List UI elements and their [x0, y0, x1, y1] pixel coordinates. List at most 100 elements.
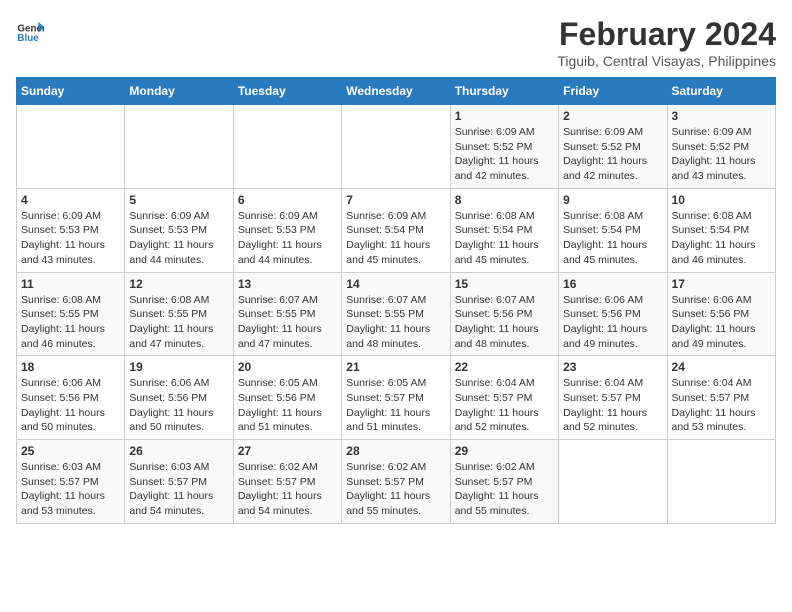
day-number: 15: [455, 277, 554, 291]
day-info: Sunrise: 6:06 AM Sunset: 5:56 PM Dayligh…: [672, 293, 771, 352]
day-number: 21: [346, 360, 445, 374]
day-number: 26: [129, 444, 228, 458]
day-number: 13: [238, 277, 337, 291]
day-number: 6: [238, 193, 337, 207]
day-info: Sunrise: 6:07 AM Sunset: 5:55 PM Dayligh…: [346, 293, 445, 352]
day-info: Sunrise: 6:09 AM Sunset: 5:54 PM Dayligh…: [346, 209, 445, 268]
calendar-cell: 24 Sunrise: 6:04 AM Sunset: 5:57 PM Dayli…: [667, 356, 775, 440]
day-number: 10: [672, 193, 771, 207]
calendar-cell: 26 Sunrise: 6:03 AM Sunset: 5:57 PM Dayli…: [125, 440, 233, 524]
day-info: Sunrise: 6:09 AM Sunset: 5:53 PM Dayligh…: [129, 209, 228, 268]
calendar-cell: 22 Sunrise: 6:04 AM Sunset: 5:57 PM Dayli…: [450, 356, 558, 440]
calendar-table: SundayMondayTuesdayWednesdayThursdayFrid…: [16, 77, 776, 524]
day-info: Sunrise: 6:08 AM Sunset: 5:54 PM Dayligh…: [455, 209, 554, 268]
weekday-header-friday: Friday: [559, 78, 667, 105]
day-number: 27: [238, 444, 337, 458]
calendar-cell: 17Sunrise: 6:06 AM Sunset: 5:56 PM Dayli…: [667, 272, 775, 356]
day-number: 20: [238, 360, 337, 374]
day-number: 4: [21, 193, 120, 207]
week-row-3: 11Sunrise: 6:08 AM Sunset: 5:55 PM Dayli…: [17, 272, 776, 356]
calendar-cell: 4 Sunrise: 6:09 AM Sunset: 5:53 PM Daylig…: [17, 188, 125, 272]
calendar-cell: 14Sunrise: 6:07 AM Sunset: 5:55 PM Dayli…: [342, 272, 450, 356]
calendar-cell: 27Sunrise: 6:02 AM Sunset: 5:57 PM Dayli…: [233, 440, 341, 524]
calendar-cell: [233, 105, 341, 189]
day-number: 25: [21, 444, 120, 458]
day-info: Sunrise: 6:09 AM Sunset: 5:52 PM Dayligh…: [672, 125, 771, 184]
calendar-cell: 12 Sunrise: 6:08 AM Sunset: 5:55 PM Dayli…: [125, 272, 233, 356]
day-info: Sunrise: 6:04 AM Sunset: 5:57 PM Dayligh…: [563, 376, 662, 435]
day-info: Sunrise: 6:09 AM Sunset: 5:52 PM Dayligh…: [563, 125, 662, 184]
calendar-cell: 5Sunrise: 6:09 AM Sunset: 5:53 PM Daylig…: [125, 188, 233, 272]
day-info: Sunrise: 6:08 AM Sunset: 5:55 PM Dayligh…: [21, 293, 120, 352]
weekday-header-wednesday: Wednesday: [342, 78, 450, 105]
day-number: 28: [346, 444, 445, 458]
calendar-cell: 2 Sunrise: 6:09 AM Sunset: 5:52 PM Daylig…: [559, 105, 667, 189]
day-info: Sunrise: 6:02 AM Sunset: 5:57 PM Dayligh…: [455, 460, 554, 519]
day-number: 2: [563, 109, 662, 123]
day-number: 9: [563, 193, 662, 207]
day-info: Sunrise: 6:04 AM Sunset: 5:57 PM Dayligh…: [672, 376, 771, 435]
logo-icon: General Blue: [16, 16, 44, 44]
calendar-cell: 23 Sunrise: 6:04 AM Sunset: 5:57 PM Dayli…: [559, 356, 667, 440]
calendar-cell: [342, 105, 450, 189]
week-row-5: 25 Sunrise: 6:03 AM Sunset: 5:57 PM Dayli…: [17, 440, 776, 524]
week-row-4: 18 Sunrise: 6:06 AM Sunset: 5:56 PM Dayli…: [17, 356, 776, 440]
day-info: Sunrise: 6:08 AM Sunset: 5:54 PM Dayligh…: [563, 209, 662, 268]
calendar-cell: [667, 440, 775, 524]
calendar-cell: 29Sunrise: 6:02 AM Sunset: 5:57 PM Dayli…: [450, 440, 558, 524]
day-info: Sunrise: 6:07 AM Sunset: 5:56 PM Dayligh…: [455, 293, 554, 352]
week-row-2: 4 Sunrise: 6:09 AM Sunset: 5:53 PM Daylig…: [17, 188, 776, 272]
day-info: Sunrise: 6:04 AM Sunset: 5:57 PM Dayligh…: [455, 376, 554, 435]
day-info: Sunrise: 6:06 AM Sunset: 5:56 PM Dayligh…: [129, 376, 228, 435]
day-info: Sunrise: 6:05 AM Sunset: 5:56 PM Dayligh…: [238, 376, 337, 435]
calendar-cell: [125, 105, 233, 189]
calendar-cell: 8 Sunrise: 6:08 AM Sunset: 5:54 PM Daylig…: [450, 188, 558, 272]
day-info: Sunrise: 6:09 AM Sunset: 5:52 PM Dayligh…: [455, 125, 554, 184]
week-row-1: 1 Sunrise: 6:09 AM Sunset: 5:52 PM Daylig…: [17, 105, 776, 189]
calendar-cell: 16Sunrise: 6:06 AM Sunset: 5:56 PM Dayli…: [559, 272, 667, 356]
day-info: Sunrise: 6:03 AM Sunset: 5:57 PM Dayligh…: [21, 460, 120, 519]
day-number: 7: [346, 193, 445, 207]
weekday-header-monday: Monday: [125, 78, 233, 105]
day-info: Sunrise: 6:08 AM Sunset: 5:55 PM Dayligh…: [129, 293, 228, 352]
day-info: Sunrise: 6:09 AM Sunset: 5:53 PM Dayligh…: [238, 209, 337, 268]
calendar-cell: 15 Sunrise: 6:07 AM Sunset: 5:56 PM Dayli…: [450, 272, 558, 356]
calendar-cell: 7 Sunrise: 6:09 AM Sunset: 5:54 PM Daylig…: [342, 188, 450, 272]
day-info: Sunrise: 6:06 AM Sunset: 5:56 PM Dayligh…: [563, 293, 662, 352]
calendar-cell: [559, 440, 667, 524]
day-number: 12: [129, 277, 228, 291]
calendar-cell: 13 Sunrise: 6:07 AM Sunset: 5:55 PM Dayli…: [233, 272, 341, 356]
calendar-cell: [17, 105, 125, 189]
calendar-cell: 1 Sunrise: 6:09 AM Sunset: 5:52 PM Daylig…: [450, 105, 558, 189]
location: Tiguib, Central Visayas, Philippines: [557, 53, 776, 69]
day-number: 18: [21, 360, 120, 374]
calendar-cell: 21Sunrise: 6:05 AM Sunset: 5:57 PM Dayli…: [342, 356, 450, 440]
calendar-cell: 25 Sunrise: 6:03 AM Sunset: 5:57 PM Dayli…: [17, 440, 125, 524]
page-header: General Blue February 2024 Tiguib, Centr…: [16, 16, 776, 69]
weekday-header-saturday: Saturday: [667, 78, 775, 105]
day-info: Sunrise: 6:07 AM Sunset: 5:55 PM Dayligh…: [238, 293, 337, 352]
day-number: 3: [672, 109, 771, 123]
calendar-cell: 6 Sunrise: 6:09 AM Sunset: 5:53 PM Daylig…: [233, 188, 341, 272]
calendar-cell: 3 Sunrise: 6:09 AM Sunset: 5:52 PM Daylig…: [667, 105, 775, 189]
day-info: Sunrise: 6:09 AM Sunset: 5:53 PM Dayligh…: [21, 209, 120, 268]
weekday-header-thursday: Thursday: [450, 78, 558, 105]
title-block: February 2024 Tiguib, Central Visayas, P…: [557, 16, 776, 69]
month-year: February 2024: [557, 16, 776, 53]
calendar-cell: 11Sunrise: 6:08 AM Sunset: 5:55 PM Dayli…: [17, 272, 125, 356]
day-info: Sunrise: 6:06 AM Sunset: 5:56 PM Dayligh…: [21, 376, 120, 435]
calendar-cell: 10Sunrise: 6:08 AM Sunset: 5:54 PM Dayli…: [667, 188, 775, 272]
day-info: Sunrise: 6:02 AM Sunset: 5:57 PM Dayligh…: [346, 460, 445, 519]
logo: General Blue: [16, 16, 44, 44]
weekday-header-tuesday: Tuesday: [233, 78, 341, 105]
day-number: 1: [455, 109, 554, 123]
day-number: 23: [563, 360, 662, 374]
weekday-header-sunday: Sunday: [17, 78, 125, 105]
day-number: 24: [672, 360, 771, 374]
day-number: 19: [129, 360, 228, 374]
day-info: Sunrise: 6:03 AM Sunset: 5:57 PM Dayligh…: [129, 460, 228, 519]
calendar-cell: 28 Sunrise: 6:02 AM Sunset: 5:57 PM Dayli…: [342, 440, 450, 524]
calendar-cell: 9 Sunrise: 6:08 AM Sunset: 5:54 PM Daylig…: [559, 188, 667, 272]
day-number: 22: [455, 360, 554, 374]
day-number: 8: [455, 193, 554, 207]
